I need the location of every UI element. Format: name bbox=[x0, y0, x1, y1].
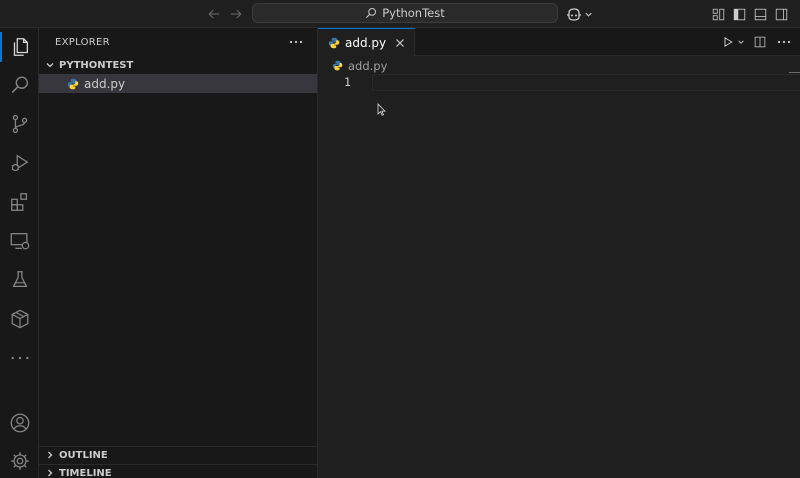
activity-accounts[interactable] bbox=[0, 404, 39, 442]
tab-label: add.py bbox=[345, 35, 387, 50]
files-icon bbox=[9, 36, 31, 58]
outline-section-header[interactable]: OUTLINE bbox=[39, 446, 318, 464]
file-item-add-py[interactable]: add.py bbox=[39, 74, 317, 93]
activity-extensions[interactable] bbox=[0, 183, 39, 221]
breadcrumb-file: add.py bbox=[348, 58, 388, 73]
editor-area: add.py add.py 1 bbox=[318, 28, 800, 478]
beaker-icon bbox=[9, 269, 31, 291]
toggle-primary-sidebar-icon[interactable] bbox=[730, 5, 748, 23]
editor-tab-bar: add.py bbox=[318, 28, 800, 56]
minimap-slider[interactable] bbox=[789, 72, 800, 73]
activity-source-control[interactable] bbox=[0, 105, 39, 143]
code-editor-line[interactable] bbox=[372, 74, 800, 91]
timeline-section-header[interactable]: TIMELINE bbox=[39, 464, 318, 478]
activity-manage[interactable] bbox=[0, 442, 39, 478]
chevron-down-icon bbox=[43, 58, 57, 72]
activity-bar bbox=[0, 28, 39, 478]
folder-header-pythontest[interactable]: PYTHONTEST bbox=[39, 56, 318, 74]
source-control-icon bbox=[9, 113, 31, 135]
run-debug-icon bbox=[9, 152, 31, 174]
explorer-sidebar: EXPLORER PYTHONTEST add.py OUTLINE TIMEL… bbox=[39, 28, 318, 478]
command-center-search[interactable]: PythonTest bbox=[252, 3, 558, 23]
toggle-panel-icon[interactable] bbox=[751, 5, 769, 23]
python-icon bbox=[332, 60, 343, 71]
ellipsis-icon[interactable] bbox=[776, 33, 792, 51]
run-python-file-button[interactable] bbox=[720, 33, 746, 51]
ellipsis-icon[interactable] bbox=[287, 33, 305, 51]
line-number: 1 bbox=[344, 75, 351, 89]
activity-explorer[interactable] bbox=[0, 28, 39, 66]
search-icon bbox=[365, 7, 377, 19]
breadcrumb[interactable]: add.py bbox=[332, 57, 387, 74]
activity-search[interactable] bbox=[0, 66, 39, 104]
ellipsis-icon bbox=[9, 347, 31, 369]
activity-testing[interactable] bbox=[0, 261, 39, 299]
extensions-icon bbox=[9, 191, 31, 213]
chevron-right-icon bbox=[43, 448, 57, 462]
folder-name: PYTHONTEST bbox=[59, 59, 134, 71]
chevron-down-icon bbox=[737, 38, 745, 46]
arrow-right-icon[interactable] bbox=[227, 5, 245, 23]
tab-add-py[interactable]: add.py bbox=[318, 28, 415, 56]
python-icon bbox=[67, 78, 79, 90]
chevron-down-icon bbox=[584, 10, 593, 19]
package-icon bbox=[9, 308, 31, 330]
toggle-secondary-sidebar-icon[interactable] bbox=[772, 5, 790, 23]
split-editor-icon[interactable] bbox=[752, 33, 768, 51]
file-name: add.py bbox=[84, 76, 126, 91]
explorer-header: EXPLORER bbox=[55, 36, 110, 48]
timeline-label: TIMELINE bbox=[59, 467, 112, 478]
chevron-right-icon bbox=[43, 466, 57, 478]
copilot-icon bbox=[566, 7, 582, 22]
remote-explorer-icon bbox=[9, 230, 31, 252]
activity-remote-explorer[interactable] bbox=[0, 222, 39, 260]
outline-label: OUTLINE bbox=[59, 449, 108, 461]
activity-packages[interactable] bbox=[0, 300, 39, 338]
command-center-label: PythonTest bbox=[382, 6, 445, 20]
mouse-pointer-icon bbox=[377, 102, 387, 120]
customize-layout-icon[interactable] bbox=[709, 5, 727, 23]
play-icon bbox=[722, 36, 734, 48]
close-icon[interactable] bbox=[392, 35, 408, 51]
copilot-menu-button[interactable] bbox=[566, 5, 593, 23]
search-icon bbox=[9, 74, 31, 96]
gear-icon bbox=[9, 450, 31, 472]
account-icon bbox=[9, 412, 31, 434]
activity-run-debug[interactable] bbox=[0, 144, 39, 182]
arrow-left-icon[interactable] bbox=[205, 5, 223, 23]
python-icon bbox=[328, 37, 340, 49]
title-bar: PythonTest bbox=[0, 0, 800, 28]
activity-more[interactable] bbox=[0, 339, 39, 377]
